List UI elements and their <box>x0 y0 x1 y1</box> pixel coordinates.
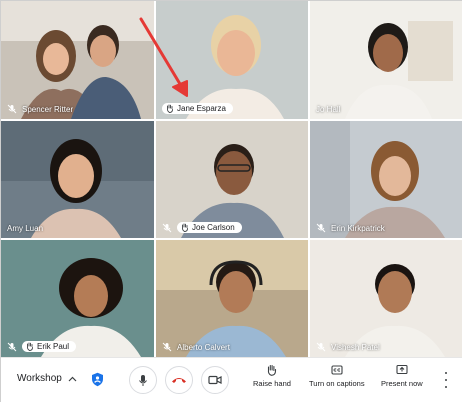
video-tile[interactable]: Amy Luan <box>1 121 154 238</box>
camera-icon <box>208 375 222 385</box>
raise-hand-icon <box>26 342 33 351</box>
mic-off-icon <box>162 223 172 232</box>
meet-window: Spencer Ritter Jane Esparza Jo Hall Amy … <box>0 0 462 403</box>
leave-call-button[interactable] <box>165 366 193 394</box>
captions-button[interactable]: Turn on captions <box>309 364 365 388</box>
participant-video <box>1 240 154 357</box>
participant-label: Amy Luan <box>7 224 43 233</box>
raised-hand-badge: Jane Esparza <box>162 103 233 114</box>
more-options-button[interactable] <box>441 372 451 388</box>
participant-name: Jane Esparza <box>177 104 226 113</box>
participant-name: Amy Luan <box>7 224 44 233</box>
raised-hand-badge: Erik Paul <box>22 341 77 352</box>
video-tile[interactable]: Jo Hall <box>310 1 462 119</box>
participant-video <box>310 240 462 357</box>
participant-name: Alberto Calvert <box>177 342 230 352</box>
video-tile[interactable]: Jane Esparza <box>156 1 308 119</box>
camera-button[interactable] <box>201 366 229 394</box>
meeting-details-button[interactable]: Workshop <box>17 373 77 384</box>
raise-hand-icon <box>181 223 188 232</box>
participant-video <box>156 240 308 357</box>
participant-name: Spencer Ritter <box>22 104 74 114</box>
shield-icon[interactable] <box>91 372 104 387</box>
participant-video <box>156 121 308 238</box>
participant-name: Vishesh Patel <box>331 342 380 352</box>
video-tile[interactable]: Joe Carlson <box>156 121 308 238</box>
participant-name: Erin Kirkpatrick <box>331 223 385 233</box>
mic-off-icon <box>7 104 17 114</box>
mic-off-icon <box>7 342 17 351</box>
chevron-up-icon <box>68 376 77 381</box>
raise-hand-label: Raise hand <box>253 379 291 388</box>
video-tile[interactable]: Erin Kirkpatrick <box>310 121 462 238</box>
participant-label: Erik Paul <box>7 341 77 352</box>
meeting-toolbar: Workshop Raise hand Turn on captions Pre… <box>1 357 462 403</box>
present-screen-icon <box>396 364 408 375</box>
participant-video <box>310 121 462 238</box>
raise-hand-button[interactable]: Raise hand <box>253 364 291 388</box>
participant-video <box>1 1 154 119</box>
mic-off-icon <box>316 342 326 352</box>
participant-label: Vishesh Patel <box>316 342 380 352</box>
raised-hand-badge: Joe Carlson <box>177 222 242 233</box>
participant-label: Spencer Ritter <box>7 104 73 114</box>
participant-label: Joe Carlson <box>162 222 242 233</box>
microphone-button[interactable] <box>129 366 157 394</box>
mic-off-icon <box>316 223 326 233</box>
participant-video <box>1 121 154 238</box>
video-tile[interactable]: Spencer Ritter <box>1 1 154 119</box>
participant-label: Jane Esparza <box>162 103 233 114</box>
raise-hand-icon <box>166 104 173 113</box>
microphone-icon <box>139 374 147 386</box>
present-now-label: Present now <box>381 379 423 388</box>
participant-name: Erik Paul <box>37 342 70 351</box>
participant-label: Jo Hall <box>316 105 340 114</box>
participant-video <box>156 1 308 119</box>
raise-hand-icon <box>267 364 277 376</box>
participant-label: Erin Kirkpatrick <box>316 223 385 233</box>
participant-label: Alberto Calvert <box>162 342 230 352</box>
video-grid: Spencer Ritter Jane Esparza Jo Hall Amy … <box>1 1 462 357</box>
more-vert-icon <box>444 372 448 375</box>
captions-label: Turn on captions <box>309 379 365 388</box>
present-now-button[interactable]: Present now <box>381 364 423 388</box>
participant-name: Jo Hall <box>316 105 341 114</box>
meeting-name: Workshop <box>17 373 62 384</box>
mic-off-icon <box>162 342 172 352</box>
captions-icon <box>331 365 343 375</box>
video-tile[interactable]: Erik Paul <box>1 240 154 357</box>
participant-video <box>310 1 462 119</box>
phone-hangup-icon <box>172 378 186 383</box>
video-tile[interactable]: Vishesh Patel <box>310 240 462 357</box>
video-tile[interactable]: Alberto Calvert <box>156 240 308 357</box>
participant-name: Joe Carlson <box>192 223 235 232</box>
